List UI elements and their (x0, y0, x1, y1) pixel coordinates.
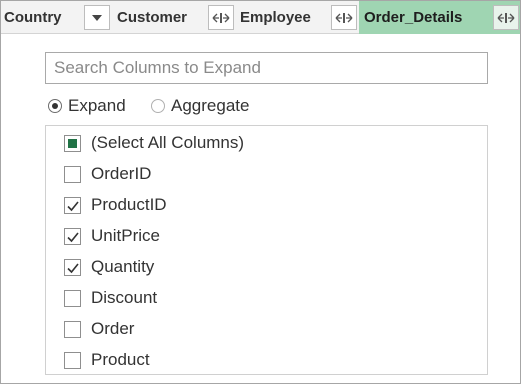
expand-column-icon (335, 12, 353, 23)
expand-order-details-button[interactable] (493, 5, 519, 30)
checkmark-icon (67, 200, 79, 211)
list-item-unitprice[interactable]: UnitPrice (64, 223, 160, 249)
column-header-country[interactable]: Country (4, 1, 62, 34)
radio-expand[interactable]: Expand (48, 95, 126, 117)
expand-column-icon (497, 12, 515, 23)
list-item-label: Product (91, 350, 150, 369)
list-item-productid[interactable]: ProductID (64, 192, 167, 218)
list-item-label: ProductID (91, 195, 167, 214)
checkbox-checked[interactable] (64, 196, 81, 214)
chevron-down-icon (92, 14, 102, 21)
list-item-label: UnitPrice (91, 226, 160, 245)
list-item-order[interactable]: Order (64, 316, 134, 342)
column-header-employee[interactable]: Employee (240, 1, 311, 34)
column-header-order-details[interactable]: Order_Details (364, 1, 462, 34)
list-item-select-all[interactable]: (Select All Columns) (64, 130, 244, 156)
list-item-label: OrderID (91, 164, 152, 183)
expand-customer-button[interactable] (208, 5, 234, 30)
expand-column-dialog: Country Customer Employee Order_Details (0, 0, 521, 384)
checkmark-icon (67, 231, 79, 242)
checkbox-unchecked[interactable] (64, 289, 81, 307)
column-header-customer[interactable]: Customer (117, 1, 187, 34)
list-item-label: Discount (91, 288, 158, 307)
columns-checkbox-list: (Select All Columns) OrderID ProductID U… (45, 125, 488, 375)
checkbox-checked[interactable] (64, 258, 81, 276)
list-item-product[interactable]: Product (64, 347, 150, 373)
expand-column-icon (212, 12, 230, 23)
checkbox-partial[interactable] (64, 134, 81, 152)
radio-aggregate[interactable]: Aggregate (151, 95, 249, 117)
list-item-orderid[interactable]: OrderID (64, 161, 151, 187)
checkbox-unchecked[interactable] (64, 351, 81, 369)
column-header-bar: Country Customer Employee Order_Details (1, 1, 520, 34)
list-item-label: Quantity (91, 257, 155, 276)
radio-expand-label: Expand (68, 96, 126, 115)
checkbox-unchecked[interactable] (64, 320, 81, 338)
list-item-discount[interactable]: Discount (64, 285, 157, 311)
checkbox-checked[interactable] (64, 227, 81, 245)
radio-button-unselected[interactable] (151, 99, 165, 113)
expand-employee-button[interactable] (331, 5, 357, 30)
list-item-label: Order (91, 319, 135, 338)
radio-button-selected[interactable] (48, 99, 62, 113)
checkbox-unchecked[interactable] (64, 165, 81, 183)
list-item-quantity[interactable]: Quantity (64, 254, 154, 280)
search-columns-input[interactable] (45, 52, 488, 84)
column-filter-dropdown-button[interactable] (84, 5, 110, 30)
list-item-label: (Select All Columns) (91, 133, 245, 152)
radio-aggregate-label: Aggregate (171, 96, 250, 115)
checkmark-icon (67, 262, 79, 273)
